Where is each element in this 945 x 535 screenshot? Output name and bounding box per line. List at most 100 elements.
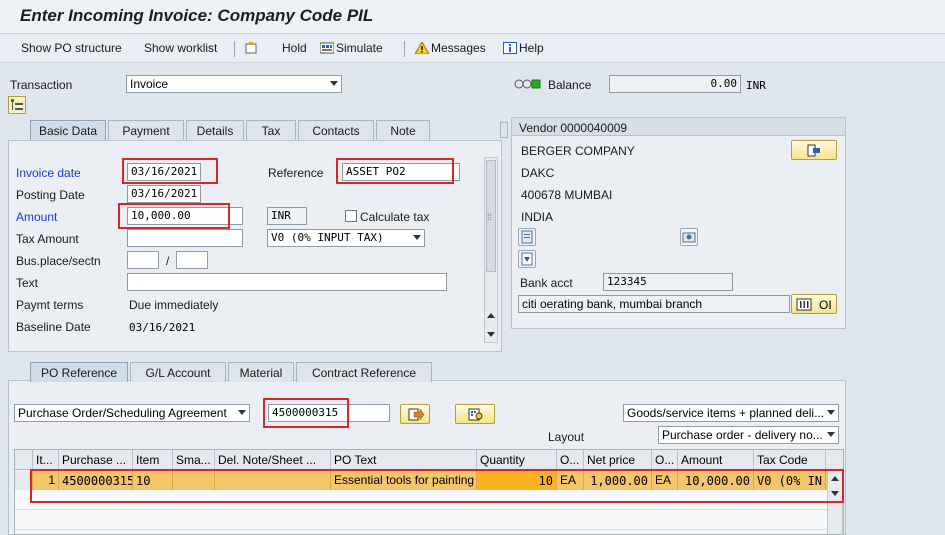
invoice-date-label: Invoice date	[16, 166, 81, 180]
posting-date-input[interactable]: 03/16/2021	[127, 185, 201, 203]
column-header-service[interactable]: Sma...	[173, 450, 215, 470]
calculate-tax-checkbox[interactable]	[345, 210, 357, 222]
baseline-date-label: Baseline Date	[16, 320, 91, 334]
text-input[interactable]	[127, 273, 447, 291]
items-display-value: Goods/service items + planned deli...	[627, 406, 825, 420]
tab-scroll-button[interactable]	[500, 122, 508, 138]
transaction-value: Invoice	[130, 77, 169, 91]
tab-material[interactable]: Material	[228, 362, 294, 382]
tab-gl-account[interactable]: G/L Account	[130, 362, 226, 382]
bank-account-field[interactable]: 123345	[603, 273, 733, 291]
tab-contacts[interactable]: Contacts	[298, 120, 374, 140]
highlight-box	[122, 158, 218, 184]
splitter-handle-icon[interactable]: ⁞⁞	[487, 212, 492, 222]
balance-value: 0.00	[609, 75, 741, 93]
show-worklist-button[interactable]: Show worklist	[144, 41, 217, 55]
tab-note[interactable]: Note	[376, 120, 430, 140]
vendor-display-button[interactable]	[791, 140, 837, 160]
highlight-box	[118, 203, 230, 229]
toolbar-separator	[404, 41, 405, 57]
column-header-tax-code[interactable]: Tax Code	[754, 450, 826, 470]
simulate-label: Simulate	[336, 41, 383, 55]
vendor-master-icon	[521, 230, 533, 244]
column-header-po-text[interactable]: PO Text	[331, 450, 477, 470]
vendor-contact-button[interactable]	[680, 228, 698, 246]
amount-label: Amount	[16, 210, 58, 224]
tab-details[interactable]: Details	[186, 120, 244, 140]
transfer-po-button[interactable]	[400, 404, 430, 424]
messages-button[interactable]: Messages	[415, 41, 486, 55]
column-header-price-unit[interactable]: O...	[652, 450, 678, 470]
column-header-order-unit[interactable]: O...	[557, 450, 584, 470]
vendor-print-button[interactable]	[518, 250, 536, 268]
payment-terms-value: Due immediately	[129, 298, 219, 312]
chevron-down-icon	[827, 432, 835, 437]
tax-code-select[interactable]: V0 (0% INPUT TAX)	[267, 229, 425, 247]
layout-select[interactable]: Purchase order - delivery no...	[658, 426, 839, 444]
basic-data-scrollbar[interactable]	[484, 157, 498, 343]
table-header: It... Purchase ... Item Sma... Del. Note…	[15, 450, 843, 470]
hold-icon	[245, 42, 257, 54]
column-header-purchase-order[interactable]: Purchase ...	[59, 450, 133, 470]
warning-icon	[415, 42, 429, 54]
hold-button[interactable]: Hold	[282, 41, 307, 55]
simulate-icon	[320, 42, 334, 54]
business-place-input[interactable]	[127, 251, 159, 269]
chevron-down-icon	[413, 235, 421, 240]
column-header-net-price[interactable]: Net price	[584, 450, 652, 470]
table-row-empty[interactable]	[15, 511, 843, 530]
po-search-button[interactable]	[455, 404, 495, 424]
currency-field[interactable]: INR	[267, 207, 307, 225]
vendor-title: Vendor 0000040009	[519, 121, 628, 135]
document-type-select[interactable]: Purchase Order/Scheduling Agreement	[14, 404, 250, 422]
payment-terms-label: Paymt terms	[16, 298, 84, 312]
show-po-structure-button[interactable]: Show PO structure	[21, 41, 122, 55]
scroll-arrows-icon[interactable]	[487, 312, 495, 340]
tax-amount-input[interactable]	[127, 229, 243, 247]
highlight-box	[30, 469, 844, 503]
bus-place-label: Bus.place/sectn	[16, 254, 101, 268]
tax-code-value: V0 (0% INPUT TAX)	[271, 231, 384, 244]
help-button[interactable]: Help	[503, 41, 544, 55]
section-input[interactable]	[176, 251, 208, 269]
column-header-delivery-note[interactable]: Del. Note/Sheet ...	[215, 450, 331, 470]
column-header-quantity[interactable]: Quantity	[477, 450, 557, 470]
bank-name-field[interactable]: citi oerating bank, mumbai branch	[518, 295, 790, 313]
vendor-city: 400678 MUMBAI	[521, 188, 613, 202]
column-header-item-number[interactable]: It...	[33, 450, 59, 470]
hold-icon-button[interactable]	[244, 41, 260, 55]
calculate-tax-label: Calculate tax	[360, 210, 430, 224]
search-help-icon	[468, 408, 483, 421]
tab-tax[interactable]: Tax	[246, 120, 296, 140]
document-type-value: Purchase Order/Scheduling Agreement	[18, 406, 227, 420]
layout-label: Layout	[548, 430, 585, 444]
column-header-item[interactable]: Item	[133, 450, 173, 470]
vendor-name: BERGER COMPANY	[521, 144, 635, 158]
vendor-master-button[interactable]	[518, 228, 536, 246]
tab-po-reference[interactable]: PO Reference	[30, 362, 128, 382]
reference-label: Reference	[268, 166, 324, 180]
highlight-box	[336, 158, 454, 184]
chevron-down-icon	[238, 410, 246, 415]
tab-contract-reference[interactable]: Contract Reference	[296, 362, 432, 382]
tree-icon	[11, 99, 23, 110]
transaction-select[interactable]: Invoice	[126, 75, 342, 93]
application-toolbar: Show PO structure Show worklist Hold Sim…	[0, 35, 945, 63]
tax-amount-label: Tax Amount	[16, 232, 79, 246]
column-header-amount[interactable]: Amount	[678, 450, 754, 470]
tree-toggle-button[interactable]	[8, 96, 26, 114]
tab-basic-data[interactable]: Basic Data	[30, 120, 106, 140]
vendor-country: INDIA	[521, 210, 554, 224]
arrow-right-icon	[408, 408, 424, 421]
bank-acct-label: Bank acct	[520, 276, 573, 290]
baseline-date-value: 03/16/2021	[129, 321, 196, 334]
table-icon	[796, 298, 812, 311]
open-items-button[interactable]: OI	[791, 294, 837, 314]
simulate-button[interactable]: Simulate	[320, 41, 383, 55]
balance-label: Balance	[548, 78, 592, 92]
balance-currency: INR	[746, 79, 766, 92]
messages-label: Messages	[431, 41, 486, 55]
tab-payment[interactable]: Payment	[108, 120, 184, 140]
items-display-select[interactable]: Goods/service items + planned deli...	[623, 404, 839, 422]
row-selector-header[interactable]	[15, 450, 33, 470]
